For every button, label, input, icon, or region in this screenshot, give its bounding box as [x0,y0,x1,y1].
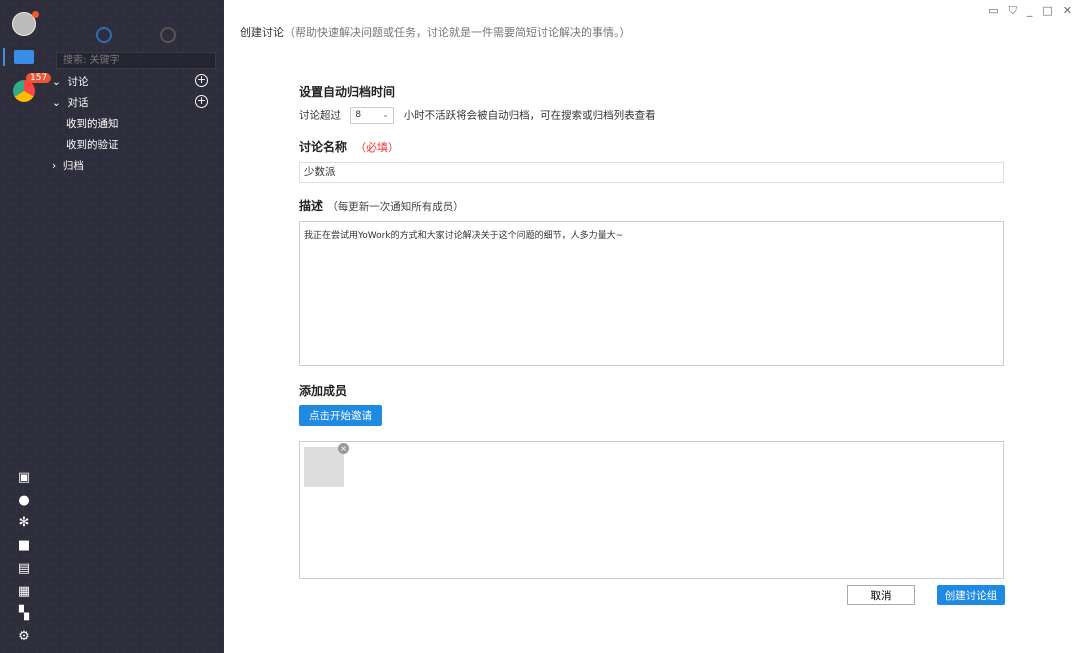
archive-suffix: 小时不活跃将会被自动归档，可在搜索或归档列表查看 [403,109,656,122]
hours-value: 8 [355,110,362,120]
desc-label: 描述 [299,199,324,213]
desc-textarea[interactable]: 我正在尝试用YoWork的方式和大家讨论解决关于这个问题的细节，人多力量大~ [299,221,1004,366]
add-discussion-icon[interactable]: + [195,74,208,87]
contacts-tab-icon[interactable] [160,27,176,43]
tree-item-archive[interactable]: › 归档 [52,158,84,173]
status-dot [32,11,39,18]
close-button[interactable]: ✕ [1063,4,1072,18]
wechat-icon[interactable]: ● [17,494,31,508]
skin-icon[interactable]: ⛉ [1009,4,1017,18]
tree-label: 归档 [62,160,84,172]
tree-item-notifications[interactable]: 收到的通知 [66,116,119,131]
tree-label: 讨论 [67,76,89,88]
settings-icon[interactable]: ⚙ [17,630,31,644]
app-rail: 157 ▣ ● ✻ ■ ▤ ▦ ▚ ⚙ [0,0,52,653]
puzzle-icon[interactable]: ✻ [17,516,31,530]
chevron-down-icon: ⌄ [381,110,390,120]
desc-hint: （每更新一次通知所有成员） [327,201,464,213]
calendar-icon[interactable]: ▦ [17,585,31,599]
create-form: 设置自动归档时间 讨论超过 8 ⌄ 小时不活跃将会被自动归档，可在搜索或归档列表查… [299,83,1004,579]
add-dialog-icon[interactable]: + [195,95,208,108]
page-title: 创建讨论 [240,26,284,39]
required-tag: （必填） [355,141,400,154]
window-controls: ▭ ⛉ _ □ ✕ [988,4,1072,18]
feedback-icon[interactable]: ▭ [988,4,998,18]
page-header: 创建讨论（帮助快速解决问题或任务，讨论就是一件需要简短讨论解决的事情。） [240,24,631,40]
main-panel: ▭ ⛉ _ □ ✕ 创建讨论（帮助快速解决问题或任务，讨论就是一件需要简短讨论解… [224,0,1080,653]
apps-grid-icon[interactable]: ▚ [17,607,31,621]
remove-member-icon[interactable]: × [338,443,349,454]
archive-title: 设置自动归档时间 [299,85,396,99]
sidebar: 157 ▣ ● ✻ ■ ▤ ▦ ▚ ⚙ 搜索: 关键字 ⌄ 讨论 + ⌄ 对话 … [0,0,224,653]
member-avatar[interactable]: × [304,443,349,487]
chat-icon[interactable] [14,50,34,64]
board-icon[interactable]: ▣ [17,471,31,485]
members-box: × [299,441,1004,579]
folder-icon[interactable]: ■ [17,539,31,553]
active-indicator [3,48,5,66]
tree-label: 对话 [67,97,89,109]
app-icon[interactable] [13,80,35,102]
page-subtitle: （帮助快速解决问题或任务，讨论就是一件需要简短讨论解决的事情。） [284,26,631,39]
maximize-button[interactable]: □ [1042,4,1052,18]
invite-button[interactable]: 点击开始邀请 [299,405,382,426]
tree-item-discussion[interactable]: ⌄ 讨论 [52,74,88,89]
hours-select[interactable]: 8 ⌄ [350,107,395,124]
minimize-button[interactable]: _ [1027,4,1033,18]
tree-item-verifications[interactable]: 收到的验证 [66,137,119,152]
search-input[interactable]: 搜索: 关键字 [56,52,216,69]
create-button[interactable]: 创建讨论组 [937,585,1005,605]
members-label: 添加成员 [299,384,348,398]
cancel-button[interactable]: 取消 [847,585,915,605]
archive-prefix: 讨论超过 [299,109,341,122]
recent-tab-icon[interactable] [96,27,112,43]
name-input[interactable]: 少数派 [299,162,1004,183]
unread-badge: 157 [26,73,52,83]
name-label: 讨论名称 [299,140,348,154]
tree-item-dialog[interactable]: ⌄ 对话 [52,95,88,110]
notebook-icon[interactable]: ▤ [17,562,31,576]
